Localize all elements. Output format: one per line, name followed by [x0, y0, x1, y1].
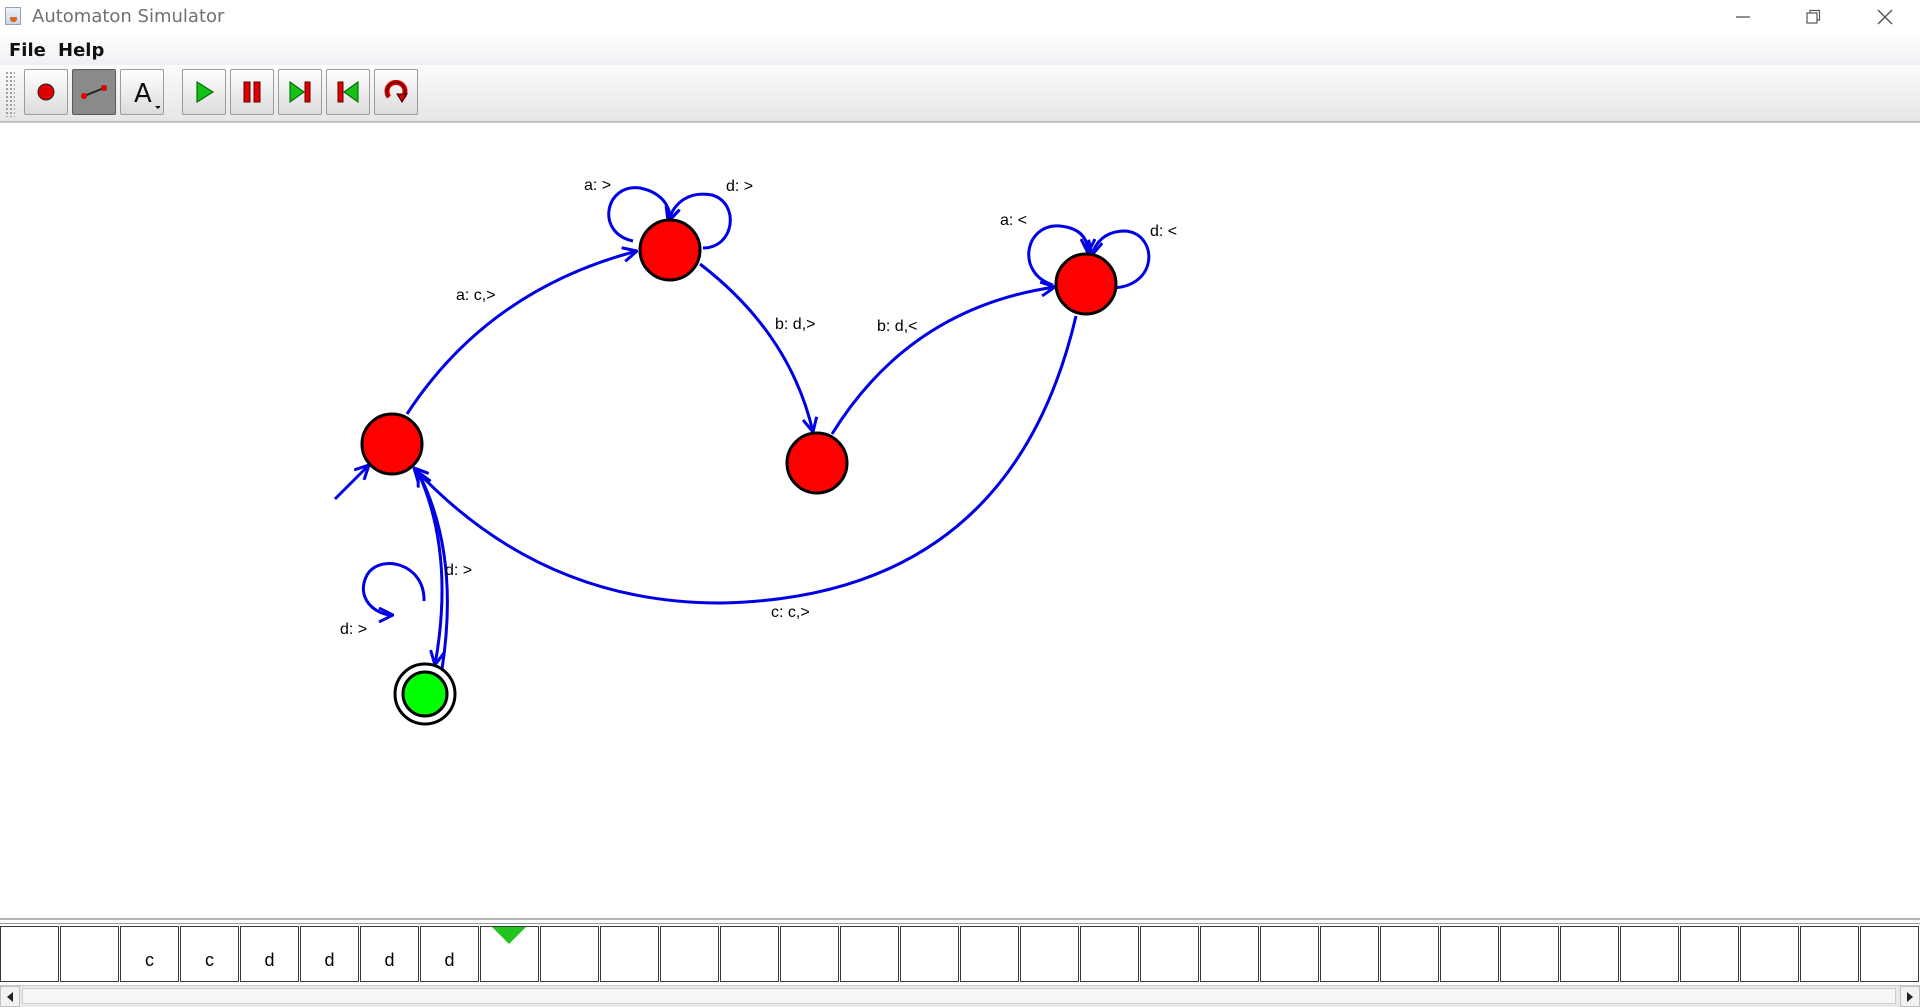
transition-q4-q0[interactable]	[418, 472, 449, 670]
text-A-icon: A	[134, 79, 160, 109]
minimize-icon	[1736, 15, 1750, 18]
menu-help[interactable]: Help	[58, 40, 104, 61]
transition-q3-q0[interactable]	[414, 315, 1078, 605]
label-q3-q0: c: c,>	[771, 604, 810, 621]
step-forward-icon	[289, 80, 311, 104]
tape-cell[interactable]	[600, 926, 659, 982]
tape-cell[interactable]	[720, 926, 779, 982]
tape-cell[interactable]	[1620, 926, 1679, 982]
toolbar: A	[0, 65, 1920, 122]
label-q1-q2: b: d,>	[775, 316, 815, 333]
scroll-thumb[interactable]	[22, 988, 1896, 1004]
step-back-icon	[337, 80, 359, 104]
transition-q1-q2[interactable]	[699, 262, 813, 432]
tape-cell[interactable]	[1020, 926, 1079, 982]
tape: ccdddd	[0, 923, 1920, 984]
pause-button[interactable]	[230, 69, 274, 115]
step-forward-button[interactable]	[278, 69, 322, 115]
tape-cell[interactable]: c	[120, 926, 179, 982]
text-tool-button[interactable]: A	[120, 69, 164, 115]
tape-cell[interactable]	[1800, 926, 1859, 982]
tape-cell[interactable]: c	[180, 926, 239, 982]
tape-cell[interactable]	[960, 926, 1019, 982]
tape-cell[interactable]: d	[420, 926, 479, 982]
tape-scrollbar[interactable]	[0, 985, 1920, 1007]
tape-cell[interactable]: d	[300, 926, 359, 982]
tape-cell[interactable]	[1740, 926, 1799, 982]
restore-icon	[1806, 9, 1821, 24]
scroll-left-button[interactable]	[0, 986, 20, 1007]
label-q1-loop-a: a: >	[584, 177, 611, 194]
tape-cell[interactable]: d	[360, 926, 419, 982]
tape-cell[interactable]	[780, 926, 839, 982]
start-arrow	[333, 465, 369, 501]
label-q2-q3: b: d,<	[877, 318, 917, 335]
label-q3-loop-d: d: <	[1150, 223, 1177, 240]
step-back-button[interactable]	[326, 69, 370, 115]
automaton-canvas[interactable]: a: c,> a: > d: > b: d,> b: d,< a: < d: <…	[0, 122, 1920, 920]
tape-cell[interactable]	[900, 926, 959, 982]
tape-cell[interactable]	[840, 926, 899, 982]
state-q3[interactable]	[1054, 252, 1118, 316]
close-button[interactable]	[1850, 0, 1920, 33]
label-q1-loop-d: d: >	[726, 178, 753, 195]
play-icon	[196, 80, 215, 104]
transition-line-icon	[81, 85, 107, 99]
tape-cell[interactable]	[60, 926, 119, 982]
menu-bar: File Help	[0, 33, 1920, 65]
tape-cell[interactable]	[1140, 926, 1199, 982]
label-q4-loop-d: d: >	[340, 621, 367, 638]
state-q4[interactable]	[401, 670, 449, 718]
play-button[interactable]	[182, 69, 226, 115]
java-app-icon	[5, 7, 21, 25]
close-icon	[1877, 9, 1893, 24]
tape-cell[interactable]	[1380, 926, 1439, 982]
add-transition-button[interactable]	[72, 69, 116, 115]
self-loop-q4-d-arc[interactable]	[361, 562, 426, 615]
label-q0-q4: d: >	[445, 562, 472, 579]
tape-cell[interactable]	[1320, 926, 1379, 982]
label-q0-q1: a: c,>	[456, 287, 496, 304]
tape-cell[interactable]	[660, 926, 719, 982]
tape-cell[interactable]	[1260, 926, 1319, 982]
tape-cell[interactable]	[0, 926, 59, 982]
window-title: Automaton Simulator	[32, 6, 225, 27]
maximize-button[interactable]	[1778, 0, 1848, 33]
state-q0[interactable]	[360, 412, 424, 476]
reset-icon	[384, 79, 408, 103]
tape-cell[interactable]	[1860, 926, 1919, 982]
tape-head-marker	[492, 927, 526, 944]
menu-file[interactable]: File	[9, 40, 46, 61]
tape-cell[interactable]	[540, 926, 599, 982]
tape-cell[interactable]: d	[240, 926, 299, 982]
scroll-left-icon	[7, 991, 13, 1002]
label-q3-loop-a: a: <	[1000, 212, 1027, 229]
transition-q2-q3[interactable]	[830, 287, 1055, 435]
scroll-right-button[interactable]	[1900, 986, 1920, 1007]
tape-cell[interactable]	[1680, 926, 1739, 982]
reset-button[interactable]	[374, 69, 418, 115]
tape-cell[interactable]	[1080, 926, 1139, 982]
automaton-diagram[interactable]: a: c,> a: > d: > b: d,> b: d,< a: < d: <…	[0, 123, 1920, 918]
pause-icon	[243, 81, 261, 103]
toolbar-grip[interactable]	[5, 71, 15, 117]
scroll-right-icon	[1907, 991, 1913, 1002]
svg-text:A: A	[134, 79, 152, 109]
tape-cell[interactable]	[1200, 926, 1259, 982]
minimize-button[interactable]	[1708, 0, 1778, 33]
transition-q0-q1[interactable]	[405, 251, 637, 415]
state-q1[interactable]	[638, 218, 702, 282]
tape-cell[interactable]	[1560, 926, 1619, 982]
add-state-button[interactable]	[24, 69, 68, 115]
state-dot-icon	[37, 83, 55, 101]
tape-cell[interactable]	[1500, 926, 1559, 982]
tape-cell[interactable]	[1440, 926, 1499, 982]
title-bar: Automaton Simulator	[0, 0, 1920, 33]
state-q2[interactable]	[785, 431, 849, 495]
